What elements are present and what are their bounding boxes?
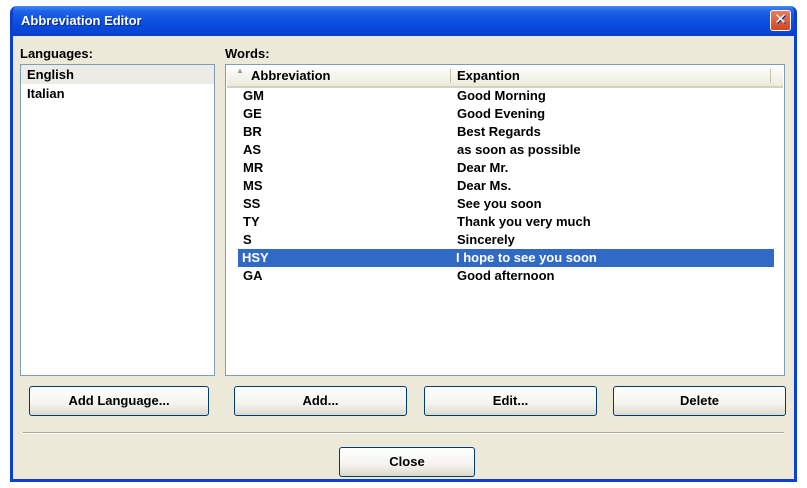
column-separator[interactable]	[450, 69, 451, 83]
column-header-abbreviation[interactable]: Abbreviation	[251, 66, 330, 86]
expantion-cell: Best Regards	[457, 124, 541, 139]
abbreviation-cell: GA	[243, 268, 263, 283]
table-row[interactable]: AS as soon as possible	[227, 141, 783, 159]
column-separator[interactable]	[770, 69, 771, 83]
table-row[interactable]: SS See you soon	[227, 195, 783, 213]
window-title: Abbreviation Editor	[21, 13, 142, 28]
expantion-cell: Thank you very much	[457, 214, 591, 229]
expantion-cell: I hope to see you soon	[456, 250, 597, 265]
abbreviation-cell: HSY	[242, 250, 269, 265]
expantion-cell: See you soon	[457, 196, 542, 211]
languages-list[interactable]: English Italian	[20, 64, 215, 376]
table-row[interactable]: TY Thank you very much	[227, 213, 783, 231]
abbreviation-editor-window: Abbreviation Editor ✕ Languages: English…	[10, 6, 797, 482]
table-row[interactable]: MS Dear Ms.	[227, 177, 783, 195]
language-item[interactable]: Italian	[21, 84, 214, 103]
expantion-cell: Sincerely	[457, 232, 515, 247]
edit-button[interactable]: Edit...	[424, 386, 597, 416]
words-label: Words:	[225, 46, 270, 61]
column-header-expantion[interactable]: Expantion	[457, 66, 520, 86]
abbreviation-cell: BR	[243, 124, 262, 139]
add-button[interactable]: Add...	[234, 386, 407, 416]
table-row[interactable]: BR Best Regards	[227, 123, 783, 141]
expantion-cell: Good Evening	[457, 106, 546, 121]
abbreviation-cell: MS	[243, 178, 263, 193]
abbreviation-cell: SS	[243, 196, 261, 211]
table-row[interactable]: GM Good Morning	[227, 87, 783, 105]
close-window-icon[interactable]: ✕	[770, 10, 791, 31]
abbreviation-cell: GE	[243, 106, 262, 121]
table-row[interactable]: MR Dear Mr.	[227, 159, 783, 177]
table-row[interactable]: GA Good afternoon	[227, 267, 783, 285]
table-row[interactable]: S Sincerely	[227, 231, 783, 249]
expantion-cell: Good Morning	[457, 88, 546, 103]
expantion-cell: as soon as possible	[457, 142, 581, 157]
close-button[interactable]: Close	[339, 447, 475, 477]
abbreviation-cell: AS	[243, 142, 262, 157]
sort-ascending-icon: ▲	[236, 66, 244, 75]
abbreviation-cell: S	[243, 232, 252, 247]
expantion-cell: Dear Mr.	[457, 160, 509, 175]
add-language-button[interactable]: Add Language...	[29, 386, 209, 416]
languages-label: Languages:	[20, 46, 93, 61]
words-list-header: ▲ Abbreviation Expantion	[227, 66, 783, 88]
words-list[interactable]: ▲ Abbreviation Expantion GM Good Morning G…	[225, 64, 785, 376]
table-row[interactable]: HSY I hope to see you soon	[238, 249, 774, 267]
delete-button[interactable]: Delete	[613, 386, 786, 416]
abbreviation-cell: TY	[243, 214, 260, 229]
language-item[interactable]: English	[21, 65, 214, 84]
title-bar[interactable]: Abbreviation Editor ✕	[13, 6, 794, 36]
abbreviation-cell: GM	[243, 88, 264, 103]
expantion-cell: Dear Ms.	[457, 178, 512, 193]
table-row[interactable]: GE Good Evening	[227, 105, 783, 123]
abbreviation-cell: MR	[243, 160, 264, 175]
expantion-cell: Good afternoon	[457, 268, 555, 283]
divider	[23, 432, 784, 434]
